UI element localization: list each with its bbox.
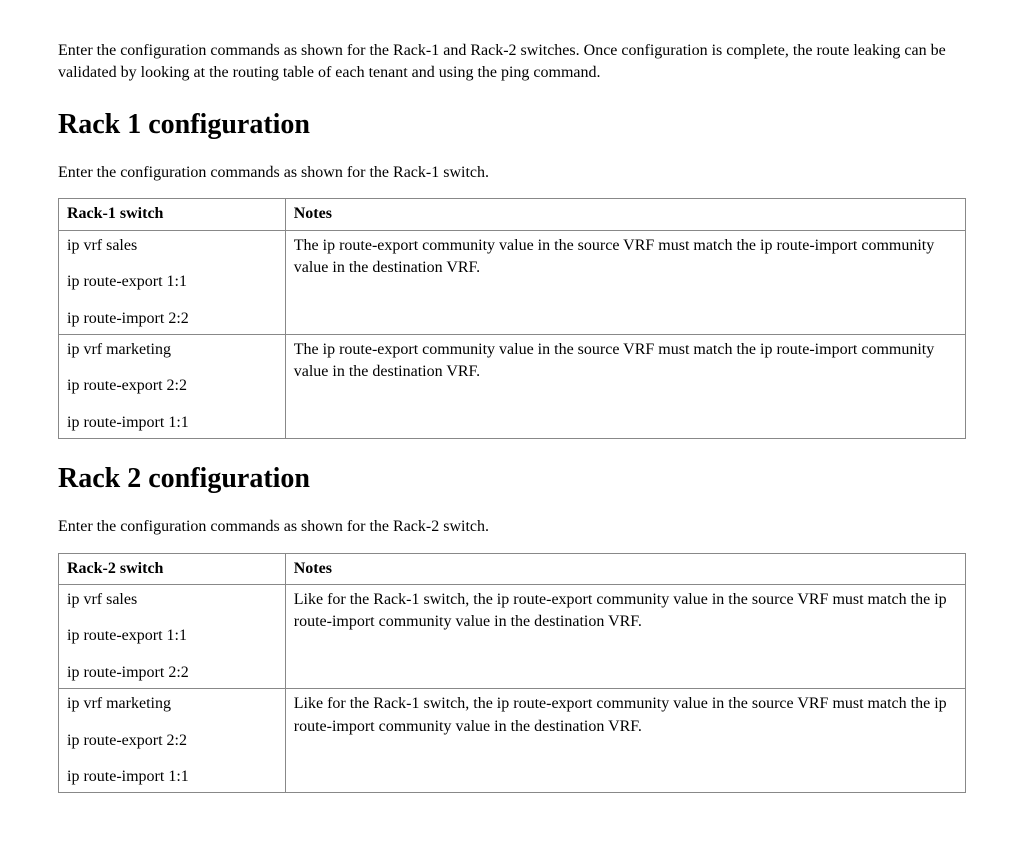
command-line: ip route-import 2:2 — [67, 662, 277, 684]
rack1-header-notes: Notes — [285, 199, 965, 230]
rack2-header-notes: Notes — [285, 553, 965, 584]
command-line: ip route-export 2:2 — [67, 730, 277, 752]
rack2-heading: Rack 2 configuration — [58, 459, 966, 498]
command-line: ip vrf marketing — [67, 339, 277, 361]
command-line: ip route-import 2:2 — [67, 308, 277, 330]
rack1-header-switch: Rack-1 switch — [59, 199, 286, 230]
rack2-cell-switch: ip vrf marketing ip route-export 2:2 ip … — [59, 689, 286, 793]
table-row: ip vrf marketing ip route-export 2:2 ip … — [59, 334, 966, 438]
rack1-intro: Enter the configuration commands as show… — [58, 162, 966, 184]
rack1-table: Rack-1 switch Notes ip vrf sales ip rout… — [58, 198, 966, 439]
rack2-intro: Enter the configuration commands as show… — [58, 516, 966, 538]
rack2-cell-notes: Like for the Rack-1 switch, the ip route… — [285, 585, 965, 689]
table-row: ip vrf sales ip route-export 1:1 ip rout… — [59, 585, 966, 689]
command-line: ip route-export 1:1 — [67, 271, 277, 293]
rack1-cell-switch: ip vrf sales ip route-export 1:1 ip rout… — [59, 230, 286, 334]
command-line: ip route-import 1:1 — [67, 412, 277, 434]
command-line: ip vrf marketing — [67, 693, 277, 715]
rack1-cell-switch: ip vrf marketing ip route-export 2:2 ip … — [59, 334, 286, 438]
rack2-cell-switch: ip vrf sales ip route-export 1:1 ip rout… — [59, 585, 286, 689]
command-line: ip route-export 2:2 — [67, 375, 277, 397]
rack1-cell-notes: The ip route-export community value in t… — [285, 334, 965, 438]
rack2-cell-notes: Like for the Rack-1 switch, the ip route… — [285, 689, 965, 793]
command-line: ip vrf sales — [67, 589, 277, 611]
intro-paragraph: Enter the configuration commands as show… — [58, 40, 966, 85]
table-row: ip vrf marketing ip route-export 2:2 ip … — [59, 689, 966, 793]
rack2-header-switch: Rack-2 switch — [59, 553, 286, 584]
command-line: ip vrf sales — [67, 235, 277, 257]
rack1-cell-notes: The ip route-export community value in t… — [285, 230, 965, 334]
rack1-heading: Rack 1 configuration — [58, 105, 966, 144]
rack2-table: Rack-2 switch Notes ip vrf sales ip rout… — [58, 553, 966, 794]
command-line: ip route-export 1:1 — [67, 625, 277, 647]
table-row: ip vrf sales ip route-export 1:1 ip rout… — [59, 230, 966, 334]
command-line: ip route-import 1:1 — [67, 766, 277, 788]
